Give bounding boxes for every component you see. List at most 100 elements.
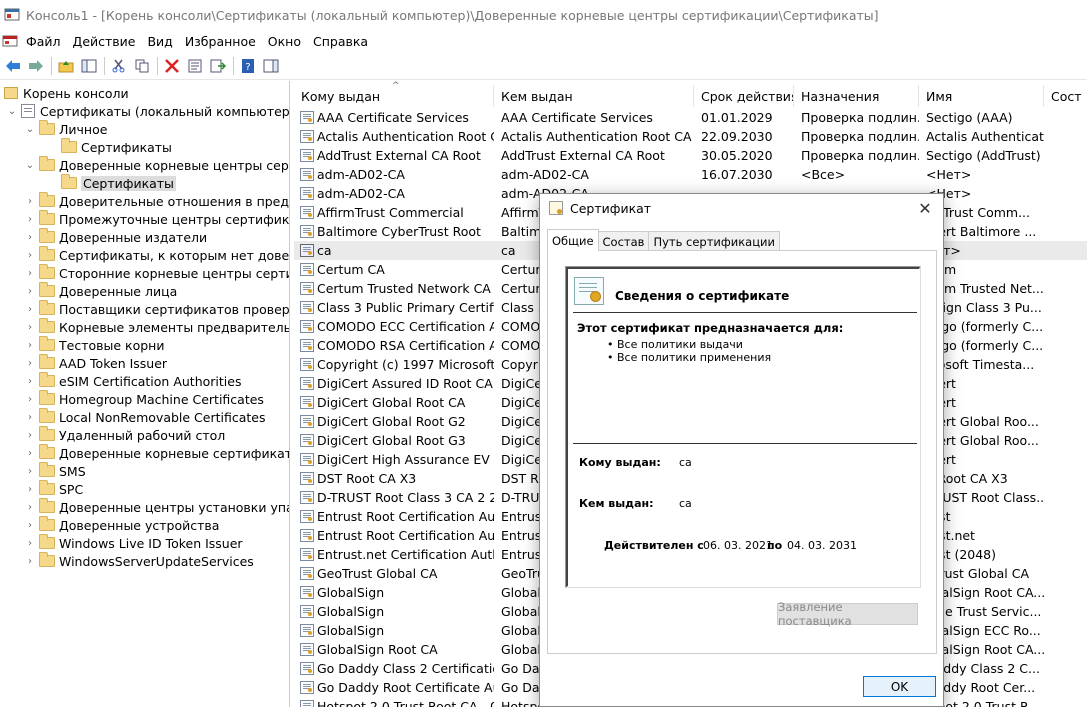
- forward-arrow-icon[interactable]: [25, 55, 46, 76]
- column-status[interactable]: Сост: [1044, 85, 1087, 107]
- tree-item[interactable]: › Удаленный рабочий стол: [24, 426, 225, 444]
- folder-icon: [39, 318, 55, 333]
- tree-item[interactable]: › Доверительные отношения в предприяти: [24, 192, 289, 210]
- chevron-right-icon[interactable]: ›: [24, 498, 36, 516]
- tab-panel-general: Сведения о сертификате Этот сертификат п…: [547, 250, 937, 654]
- chevron-right-icon[interactable]: ›: [24, 300, 36, 318]
- chevron-right-icon[interactable]: ›: [24, 246, 36, 264]
- tree-item[interactable]: › Доверенные лица: [24, 282, 177, 300]
- folder-icon: [39, 156, 55, 171]
- tree-item[interactable]: › Поставщики сертификатов проверки под: [24, 300, 289, 318]
- cell-text: adm-AD02-CA: [317, 186, 405, 201]
- tree-item[interactable]: › Сторонние корневые центры сертифика: [24, 264, 289, 282]
- cell-issued-to: AddTrust External CA Root: [294, 148, 494, 163]
- menu-file[interactable]: Файл: [26, 32, 61, 51]
- back-arrow-icon[interactable]: [2, 55, 23, 76]
- tree-item[interactable]: › Сертификаты, к которым нет доверия: [24, 246, 289, 264]
- table-row[interactable]: AddTrust External CA Root AddTrust Extern…: [294, 146, 1087, 165]
- certificate-icon: [300, 586, 314, 599]
- tree-item[interactable]: › WindowsServerUpdateServices: [24, 552, 254, 570]
- cell-issued-to: DST Root CA X3: [294, 471, 494, 486]
- ok-button[interactable]: OK: [863, 676, 936, 697]
- mmc-menu-icon[interactable]: [2, 33, 18, 49]
- menu-action[interactable]: Действие: [73, 32, 136, 51]
- certificate-info-title: Сведения о сертификате: [615, 289, 790, 303]
- chevron-right-icon[interactable]: ›: [24, 426, 36, 444]
- tree-item-trusted-root[interactable]: ⌄ Доверенные корневые центры сертифик: [24, 156, 289, 174]
- folder-icon: [39, 246, 55, 261]
- chevron-right-icon[interactable]: ›: [24, 354, 36, 372]
- cell-issued-to: Entrust.net Certification Author...: [294, 547, 494, 562]
- table-row[interactable]: adm-AD02-CA adm-AD02-CA 16.07.2030 <Все> <Не…: [294, 165, 1087, 184]
- chevron-down-icon[interactable]: ⌄: [6, 102, 18, 120]
- tree-item-computer-certs[interactable]: ⌄ Сертификаты (локальный компьютер): [6, 102, 289, 120]
- column-issued-by[interactable]: Кем выдан: [494, 85, 694, 107]
- tree-item-personal[interactable]: ⌄ Личное: [24, 120, 107, 138]
- tree-item[interactable]: › Homegroup Machine Certificates: [24, 390, 264, 408]
- tree-item[interactable]: › Local NonRemovable Certificates: [24, 408, 266, 426]
- tree-item[interactable]: › Корневые элементы предварительной сб: [24, 318, 289, 336]
- chevron-right-icon[interactable]: ›: [24, 210, 36, 228]
- window-titlebar: Консоль1 - [Корень консоли\Сертификаты (…: [0, 0, 1087, 30]
- tree-item[interactable]: › Промежуточные центры сертификации: [24, 210, 289, 228]
- tree-item[interactable]: › eSIM Certification Authorities: [24, 372, 241, 390]
- chevron-right-icon[interactable]: ›: [24, 282, 36, 300]
- menu-favorites[interactable]: Избранное: [185, 32, 256, 51]
- chevron-right-icon[interactable]: ›: [24, 228, 36, 246]
- copy-icon[interactable]: [131, 55, 152, 76]
- menu-window[interactable]: Окно: [268, 32, 301, 51]
- tree-item[interactable]: › Доверенные издатели: [24, 228, 207, 246]
- chevron-right-icon[interactable]: ›: [24, 390, 36, 408]
- tab-details[interactable]: Состав: [597, 231, 650, 251]
- column-issued-to[interactable]: Кому выдан: [294, 85, 494, 107]
- column-expiration[interactable]: Срок действия: [694, 85, 794, 107]
- issuer-statement-button[interactable]: Заявление поставщика: [777, 600, 918, 628]
- chevron-right-icon[interactable]: ›: [24, 534, 36, 552]
- tree-item[interactable]: › Тестовые корни: [24, 336, 164, 354]
- tree-item[interactable]: › Windows Live ID Token Issuer: [24, 534, 243, 552]
- chevron-down-icon[interactable]: ⌄: [24, 156, 36, 174]
- certificate-icon: [300, 339, 314, 352]
- chevron-right-icon[interactable]: ›: [24, 318, 36, 336]
- chevron-right-icon[interactable]: ›: [24, 372, 36, 390]
- show-tree-icon[interactable]: [78, 55, 99, 76]
- chevron-right-icon[interactable]: ›: [24, 516, 36, 534]
- valid-to-value: 04. 03. 2031: [787, 539, 857, 552]
- column-purposes[interactable]: Назначения: [794, 85, 919, 107]
- chevron-right-icon[interactable]: ›: [24, 408, 36, 426]
- tree-item[interactable]: › Доверенные устройства: [24, 516, 219, 534]
- chevron-right-icon[interactable]: ›: [24, 552, 36, 570]
- tree-item[interactable]: › SPC: [24, 480, 83, 498]
- tree-item[interactable]: › AAD Token Issuer: [24, 354, 167, 372]
- help-icon[interactable]: ?: [237, 55, 258, 76]
- properties-icon[interactable]: [184, 55, 205, 76]
- export-icon[interactable]: [207, 55, 228, 76]
- chevron-right-icon[interactable]: ›: [24, 336, 36, 354]
- folder-up-icon[interactable]: [55, 55, 76, 76]
- cell-text: AddTrust External CA Root: [317, 148, 481, 163]
- chevron-right-icon[interactable]: ›: [24, 444, 36, 462]
- cut-icon[interactable]: [108, 55, 129, 76]
- chevron-down-icon[interactable]: ⌄: [24, 120, 36, 138]
- chevron-right-icon[interactable]: ›: [24, 480, 36, 498]
- tab-certification-path[interactable]: Путь сертификации: [648, 231, 780, 251]
- chevron-right-icon[interactable]: ›: [24, 192, 36, 210]
- close-icon[interactable]: ✕: [915, 198, 935, 218]
- column-friendly-name[interactable]: Имя: [919, 85, 1044, 107]
- menu-help[interactable]: Справка: [313, 32, 368, 51]
- tree-item[interactable]: › Доверенные корневые сертификаты сма: [24, 444, 289, 462]
- chevron-right-icon[interactable]: ›: [24, 264, 36, 282]
- tree-item-trusted-root-certificates[interactable]: Сертификаты: [61, 174, 176, 192]
- table-row[interactable]: Actalis Authentication Root CA Actalis Au…: [294, 127, 1087, 146]
- menu-view[interactable]: Вид: [147, 32, 172, 51]
- tree-root[interactable]: Корень консоли: [4, 84, 129, 102]
- chevron-right-icon[interactable]: ›: [24, 462, 36, 480]
- tree-item[interactable]: › Доверенные центры установки упакован: [24, 498, 289, 516]
- delete-icon[interactable]: [161, 55, 182, 76]
- show-action-pane-icon[interactable]: [260, 55, 281, 76]
- tree-item-personal-certificates[interactable]: Сертификаты: [61, 138, 172, 156]
- tab-general[interactable]: Общие: [547, 229, 599, 251]
- table-row[interactable]: AAA Certificate Services AAA Certificate …: [294, 108, 1087, 127]
- cell-issued-to: Copyright (c) 1997 Microsoft C...: [294, 357, 494, 372]
- tree-item[interactable]: › SMS: [24, 462, 86, 480]
